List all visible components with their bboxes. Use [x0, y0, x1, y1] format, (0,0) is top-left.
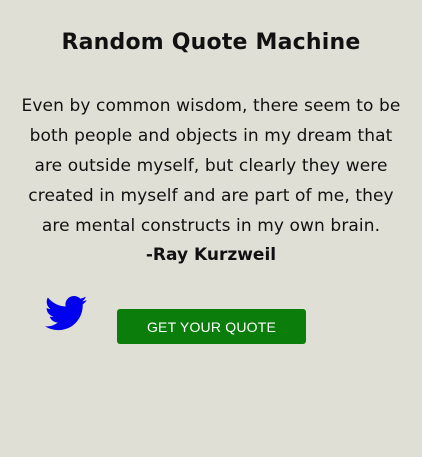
get-quote-button[interactable]: GET YOUR QUOTE	[117, 309, 306, 344]
quote-text: Even by common wisdom, there seem to be …	[21, 96, 401, 236]
page-title: Random Quote Machine	[61, 30, 361, 55]
quote-author: -Ray Kurzweil	[145, 245, 277, 265]
twitter-bird-icon	[41, 292, 91, 334]
tweet-button[interactable]	[41, 292, 91, 334]
